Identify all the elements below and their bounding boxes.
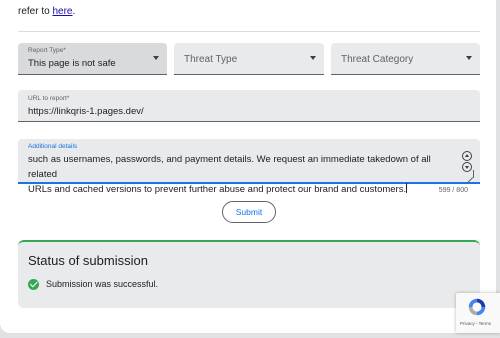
divider [18,31,480,32]
url-field[interactable]: URL to report* https://linkqris-1.pages.… [18,90,480,122]
text-caret [406,183,408,193]
url-field-value: https://linkqris-1.pages.dev/ [28,106,144,117]
submit-button[interactable]: Submit [222,201,276,223]
recaptcha-logo-icon [468,298,486,316]
additional-details-text: such as usernames, passwords, and paymen… [28,152,458,197]
details-line-1: such as usernames, passwords, and paymen… [28,154,431,180]
report-type-select[interactable]: Report Type* This page is not safe [18,43,167,75]
character-counter: 599 / 800 [438,187,468,194]
report-form-card: refer to here. Report Type* This page is… [0,0,496,333]
recaptcha-links[interactable]: Privacy - Terms [460,321,491,326]
threat-category-select[interactable]: Threat Category [331,43,480,75]
report-type-label: Report Type* [28,47,66,54]
status-card: Status of submission Submission was succ… [18,240,480,308]
report-type-value: This page is not safe [28,58,116,69]
dropdown-arrow-icon [153,56,159,60]
threat-type-select[interactable]: Threat Type [174,43,324,75]
dropdown-arrow-icon [310,56,316,60]
details-line-2-wrap: URLs and cached versions to prevent furt… [28,182,458,197]
threat-category-placeholder: Threat Category [341,54,414,65]
intro-text: refer to here. [18,6,75,17]
intro-suffix: . [72,6,76,17]
additional-details-textarea[interactable]: Additional details such as usernames, pa… [18,139,480,195]
additional-details-label: Additional details [28,143,78,150]
url-field-label: URL to report* [28,95,70,102]
recaptcha-badge[interactable]: Privacy - Terms [456,293,500,333]
here-link[interactable]: here [52,6,72,17]
dropdown-arrow-icon [466,56,472,60]
threat-type-placeholder: Threat Type [184,54,238,65]
status-message: Submission was successful. [46,279,159,289]
resize-handle-icon[interactable] [466,170,474,178]
intro-prefix: refer to [18,6,53,17]
check-circle-icon [28,278,39,290]
scroll-up-icon[interactable] [462,151,472,161]
status-title: Status of submission [28,253,148,268]
status-line: Submission was successful. [28,278,158,290]
details-line-2: URLs and cached versions to prevent furt… [28,184,407,195]
